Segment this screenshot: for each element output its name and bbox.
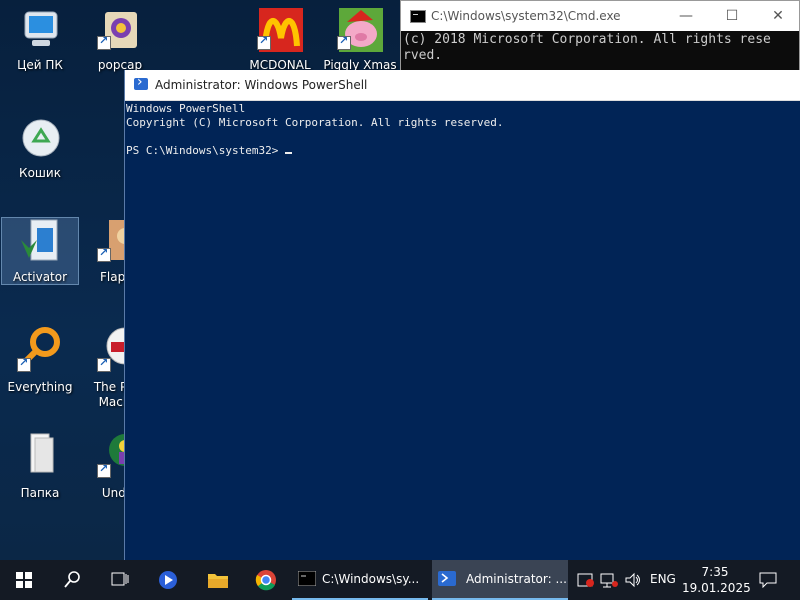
search-icon bbox=[64, 571, 80, 588]
desktop-icon-label: Activator bbox=[12, 270, 68, 284]
close-icon: ✕ bbox=[772, 8, 784, 24]
file-explorer-icon bbox=[208, 574, 228, 588]
search-button[interactable] bbox=[48, 560, 96, 600]
taskbar-app-powershell[interactable]: Administrator: ... bbox=[432, 560, 568, 600]
maximize-button[interactable]: ☐ bbox=[709, 1, 755, 31]
text-cursor bbox=[284, 152, 292, 154]
tray-network-button[interactable] bbox=[598, 560, 620, 600]
shortcut-arrow-icon bbox=[337, 34, 351, 50]
console-line: (c) 2018 Microsoft Corporation. All righ… bbox=[403, 32, 771, 47]
activator-icon bbox=[21, 219, 58, 261]
shortcut-arrow-icon bbox=[17, 356, 31, 372]
powershell-titlebar[interactable]: Administrator: Windows PowerShell bbox=[125, 70, 800, 101]
shortcut-arrow-icon bbox=[97, 462, 111, 478]
maximize-icon: ☐ bbox=[725, 8, 739, 24]
cmd-console[interactable]: (c) 2018 Microsoft Corporation. All righ… bbox=[401, 31, 799, 65]
volume-icon bbox=[625, 572, 640, 588]
console-line: Copyright (C) Microsoft Corporation. All… bbox=[126, 116, 504, 129]
desktop-icon-label: Everything bbox=[7, 380, 73, 394]
security-alert-icon bbox=[577, 573, 594, 587]
clock[interactable]: 7:35 19.01.2025 bbox=[682, 564, 751, 596]
windows-logo-icon bbox=[16, 572, 32, 588]
cmd-titlebar[interactable]: C:\Windows\system32\Cmd.exe — ☐ ✕ bbox=[401, 1, 799, 31]
task-view-button[interactable] bbox=[96, 560, 144, 600]
media-player-icon bbox=[159, 571, 177, 589]
shortcut-arrow-icon bbox=[97, 34, 111, 50]
tray-security-icon-button[interactable] bbox=[574, 560, 596, 600]
desktop-icon-label: Папка bbox=[20, 486, 60, 500]
desktop-icon-this-pc[interactable]: Цей ПК bbox=[2, 2, 78, 98]
cmd-window[interactable]: C:\Windows\system32\Cmd.exe — ☐ ✕ (c) 20… bbox=[400, 0, 800, 72]
language-indicator[interactable]: ENG bbox=[648, 560, 680, 600]
shortcut-arrow-icon bbox=[257, 34, 271, 50]
taskbar-app-label: Administrator: ... bbox=[466, 572, 567, 586]
prompt-line[interactable]: PS C:\Windows\system32> bbox=[126, 144, 799, 158]
folder-icon bbox=[30, 433, 54, 473]
start-button[interactable] bbox=[0, 560, 48, 600]
desktop: Цей ПК popcap MCDONAL Piggly Xmas bbox=[0, 0, 800, 560]
tray-volume-button[interactable] bbox=[622, 560, 644, 600]
network-icon bbox=[600, 573, 618, 588]
powershell-console[interactable]: Windows PowerShell Copyright (C) Microsof… bbox=[125, 101, 800, 159]
desktop-icon-activator[interactable]: Activator bbox=[1, 217, 79, 285]
cmd-window-title: C:\Windows\system32\Cmd.exe bbox=[431, 9, 621, 23]
clock-date: 19.01.2025 bbox=[682, 581, 751, 595]
action-center-button[interactable] bbox=[752, 560, 784, 600]
shortcut-arrow-icon bbox=[97, 246, 111, 262]
console-line: rved. bbox=[403, 48, 443, 63]
close-button[interactable]: ✕ bbox=[755, 1, 800, 31]
powershell-window[interactable]: Administrator: Windows PowerShell Window… bbox=[124, 70, 800, 560]
notification-icon bbox=[759, 572, 777, 588]
cmd-app-icon bbox=[298, 571, 316, 586]
taskbar: C:\Windows\sy... Administrator: ... ENG … bbox=[0, 560, 800, 600]
taskbar-pinned-media-player[interactable] bbox=[144, 560, 192, 600]
taskbar-pinned-file-explorer[interactable] bbox=[194, 560, 242, 600]
shortcut-arrow-icon bbox=[97, 356, 111, 372]
language-label: ENG bbox=[650, 572, 676, 586]
desktop-icon-recycle-bin[interactable]: Кошик bbox=[2, 110, 78, 206]
desktop-icon-label: Кошик bbox=[19, 166, 61, 180]
chrome-icon bbox=[255, 570, 276, 591]
prompt-text: PS C:\Windows\system32> bbox=[126, 144, 285, 157]
recycle-bin-icon bbox=[22, 119, 60, 157]
taskbar-pinned-chrome[interactable] bbox=[242, 560, 290, 600]
minimize-button[interactable]: — bbox=[663, 1, 709, 31]
console-line: Windows PowerShell bbox=[126, 102, 246, 115]
minimize-icon: — bbox=[679, 8, 693, 24]
desktop-icon-folder[interactable]: Папка bbox=[2, 430, 78, 526]
taskbar-app-cmd[interactable]: C:\Windows\sy... bbox=[292, 560, 428, 600]
task-view-icon bbox=[111, 572, 129, 586]
powershell-app-icon bbox=[438, 571, 456, 586]
computer-icon bbox=[24, 11, 58, 46]
cmd-app-icon bbox=[410, 10, 426, 23]
desktop-icon-everything[interactable]: Everything bbox=[2, 324, 78, 420]
taskbar-app-label: C:\Windows\sy... bbox=[322, 572, 420, 586]
clock-time: 7:35 bbox=[701, 565, 729, 579]
powershell-app-icon bbox=[134, 74, 148, 90]
desktop-icon-label: Цей ПК bbox=[17, 58, 63, 72]
powershell-window-title: Administrator: Windows PowerShell bbox=[155, 78, 368, 92]
